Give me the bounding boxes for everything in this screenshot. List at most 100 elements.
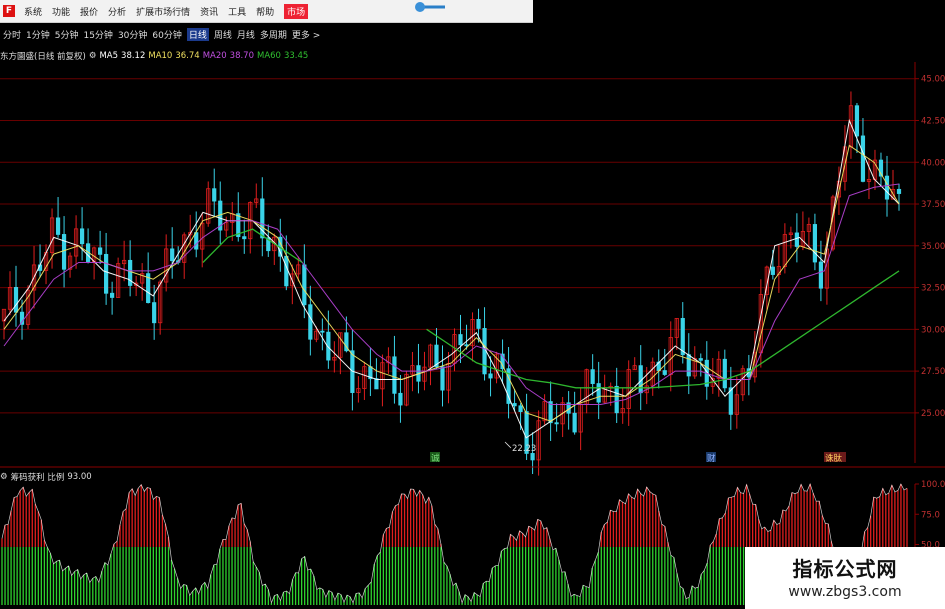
tab-period[interactable]: 60分钟 xyxy=(152,28,181,41)
zoom-slider-icon[interactable] xyxy=(413,2,446,12)
candle-body xyxy=(638,365,643,394)
watermark-url: www.zbgs3.com xyxy=(788,584,902,600)
marker-box xyxy=(430,452,440,462)
candle-body xyxy=(494,353,499,379)
candle-body xyxy=(434,344,439,368)
ma20-value: 38.70 xyxy=(229,51,254,61)
candle-body xyxy=(19,311,25,325)
candle-body xyxy=(584,369,589,405)
candle-body xyxy=(674,318,679,338)
price-tick-label: 40.00 xyxy=(921,158,945,168)
candle-body xyxy=(536,420,541,461)
candle-body xyxy=(518,405,523,413)
price-tick-label: 27.50 xyxy=(921,367,945,377)
candle-body xyxy=(296,264,301,275)
candle-body xyxy=(278,236,283,257)
event-marker-2: 财 xyxy=(707,453,716,464)
candle-body xyxy=(572,412,577,433)
price-tick-label: 25.00 xyxy=(921,409,945,419)
price-tick-label: 42.50 xyxy=(921,116,945,126)
candle-body xyxy=(37,264,43,271)
stock-name: 东方園盛(日线 前复权) xyxy=(0,52,86,62)
candle-body xyxy=(92,247,97,262)
watermark: 指标公式网 www.zbgs3.com xyxy=(745,547,945,609)
market-button[interactable]: 市场 xyxy=(284,3,309,19)
menu-item-system[interactable]: 系统 xyxy=(24,5,42,18)
candle-body xyxy=(872,159,878,180)
candle-body xyxy=(182,234,187,263)
candle-body xyxy=(404,373,409,406)
menu-item-tools[interactable]: 工具 xyxy=(228,5,246,18)
candle-body xyxy=(230,213,235,223)
candle-body xyxy=(740,368,745,396)
candle-body xyxy=(25,289,31,325)
tab-more[interactable]: 更多 > xyxy=(292,28,320,41)
candle-body xyxy=(860,135,866,182)
candle-body xyxy=(632,365,637,370)
candle-body xyxy=(500,353,505,370)
candle-body xyxy=(794,232,799,247)
candle-body xyxy=(614,385,619,414)
menu-item-extended-market[interactable]: 扩展市场行情 xyxy=(136,5,190,18)
candle-body xyxy=(356,388,361,393)
candle-body xyxy=(374,378,379,390)
ma20-line xyxy=(3,183,900,405)
candle-body xyxy=(248,202,253,240)
candle-body xyxy=(73,228,79,257)
candle-body xyxy=(320,330,325,333)
candle-body xyxy=(680,318,685,356)
ma10-line xyxy=(3,144,900,422)
tab-period[interactable]: 30分钟 xyxy=(118,28,147,41)
candle-body xyxy=(170,248,175,262)
candle-body xyxy=(842,146,848,182)
candle-body xyxy=(326,331,331,361)
settings-icon[interactable]: ⚙ xyxy=(0,472,8,482)
sub-tick-label: 75.0 xyxy=(921,510,940,520)
menu-bar: F 系统 功能 报价 分析 扩展市场行情 资讯 工具 帮助 市场 xyxy=(0,0,533,23)
candle-body xyxy=(176,260,181,263)
candle-body xyxy=(734,394,739,415)
candle-body xyxy=(43,252,49,271)
candle-body xyxy=(302,264,307,306)
tab-period[interactable]: 15分钟 xyxy=(83,28,112,41)
price-tick-label: 45.00 xyxy=(921,75,945,85)
candle-body xyxy=(362,366,367,389)
menu-item-help[interactable]: 帮助 xyxy=(256,5,274,18)
candle-body xyxy=(620,408,625,414)
candle-body xyxy=(776,266,781,275)
candle-body xyxy=(344,332,349,352)
ma5-line xyxy=(3,118,900,439)
candle-body xyxy=(818,261,824,289)
tab-period[interactable]: 多周期 xyxy=(260,28,287,41)
candle-body xyxy=(31,264,37,291)
candle-body xyxy=(79,228,85,245)
watermark-title: 指标公式网 xyxy=(792,557,898,581)
tab-period[interactable]: 分时 xyxy=(3,28,21,41)
candle-body xyxy=(884,175,890,200)
candle-body xyxy=(854,105,860,137)
menu-item-quote[interactable]: 报价 xyxy=(80,5,98,18)
candle-body xyxy=(368,366,373,380)
candle-body xyxy=(758,294,763,354)
menu-item-news[interactable]: 资讯 xyxy=(200,5,218,18)
candle-body xyxy=(824,248,830,289)
settings-icon[interactable]: ⚙ xyxy=(89,51,97,61)
tab-period[interactable]: 1分钟 xyxy=(26,28,50,41)
tab-period-daily[interactable]: 日线 xyxy=(186,27,209,41)
candle-body xyxy=(308,304,313,340)
price-tick-label: 30.00 xyxy=(921,325,945,335)
menu-item-function[interactable]: 功能 xyxy=(52,5,70,18)
candle-body xyxy=(800,231,805,247)
candle-body xyxy=(458,334,463,346)
candle-body xyxy=(224,222,229,231)
tab-period[interactable]: 月线 xyxy=(237,28,255,41)
tab-period[interactable]: 周线 xyxy=(214,28,232,41)
price-chart[interactable]: 45.00 42.50 40.00 37.50 35.00 32.50 30.00 27.50… xyxy=(0,0,945,609)
candle-body xyxy=(644,385,649,394)
candle-body xyxy=(13,287,19,313)
candle-body xyxy=(692,358,697,377)
tab-period[interactable]: 5分钟 xyxy=(55,28,79,41)
app-logo-icon: F xyxy=(3,5,15,17)
candle-body xyxy=(188,232,193,236)
menu-item-analysis[interactable]: 分析 xyxy=(108,5,126,18)
